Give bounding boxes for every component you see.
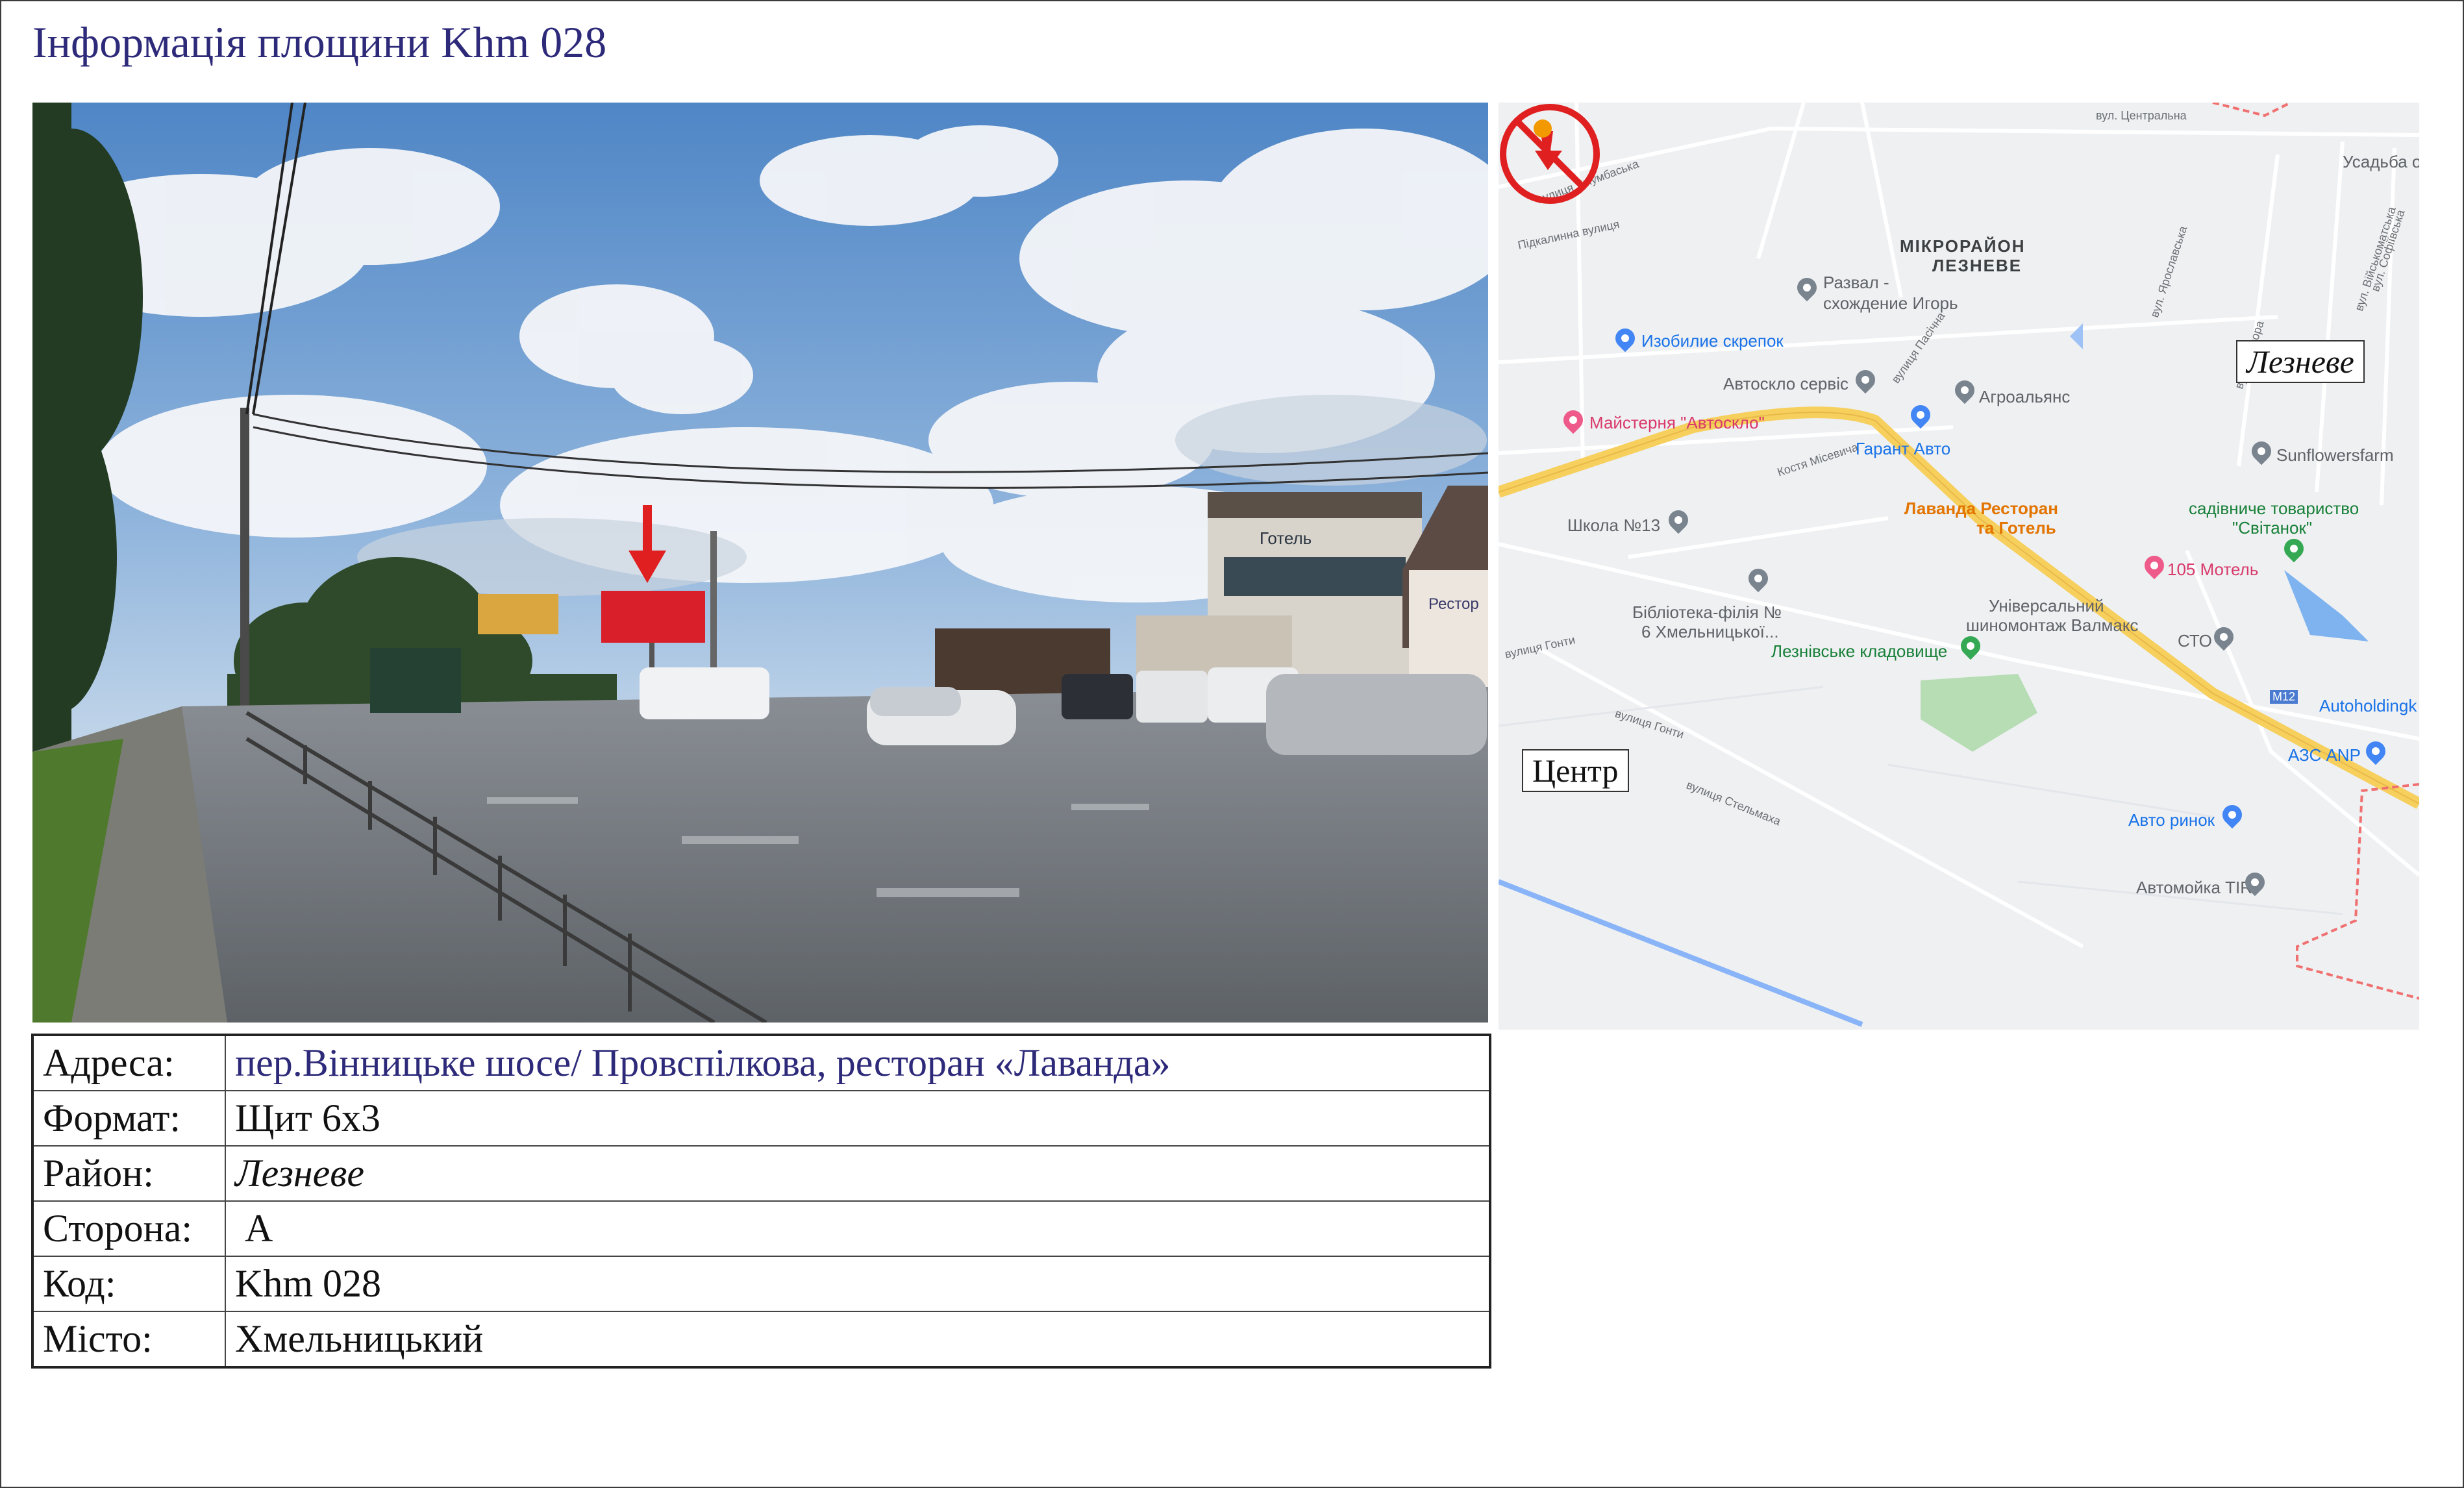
poi-label[interactable]: Autoholdingk xyxy=(2319,696,2417,716)
row-label: Адреса: xyxy=(32,1034,226,1091)
row-label: Формат: xyxy=(32,1090,226,1147)
district-label-1: МІКРОРАЙОН xyxy=(1900,236,2026,256)
table-row: Район: Лезневе xyxy=(32,1145,1491,1202)
table-row: Сторона: А xyxy=(32,1200,1491,1257)
table-row: Адреса: пер.Вінницьке шосе/ Провспілкова… xyxy=(32,1034,1491,1091)
poi-label[interactable]: та Готель xyxy=(1976,518,2056,538)
format-value: Щит 6х3 xyxy=(225,1090,1491,1147)
target-billboard xyxy=(601,591,705,643)
district-label-2: ЛЕЗНЕВЕ xyxy=(1932,256,2022,275)
poi-label[interactable]: АЗС ANP xyxy=(2288,745,2361,765)
poi-label[interactable]: Автоскло сервіс xyxy=(1723,374,1848,394)
poi-label[interactable]: Усадьба о xyxy=(2343,152,2419,172)
poi-label[interactable]: 6 Хмельницької... xyxy=(1641,622,1779,642)
street-photo-illustration: Готель Рестор xyxy=(32,103,1488,1023)
highway-shield: M12 xyxy=(2270,690,2298,704)
poi-label[interactable]: Авто ринок xyxy=(2128,810,2215,830)
row-label: Сторона: xyxy=(32,1200,226,1257)
poi-label[interactable]: Лаванда Ресторан xyxy=(1904,499,2058,519)
poi-label[interactable]: шиномонтаж Валмакс xyxy=(1966,615,2139,636)
poi-label[interactable]: садівниче товариство xyxy=(2189,499,2359,519)
poi-label[interactable]: схождение Игорь xyxy=(1823,293,1958,314)
row-label: Район: xyxy=(32,1145,226,1202)
table-row: Місто: Хмельницький xyxy=(32,1311,1491,1368)
district-value: Лезневе xyxy=(225,1145,1491,1202)
map-label-lezneve: Лезневе xyxy=(2236,340,2365,383)
poi-label[interactable]: Майстерня "Автоскло" xyxy=(1589,413,1765,433)
details-table: Адреса: пер.Вінницьке шосе/ Провспілкова… xyxy=(31,1034,1491,1369)
board-location-marker[interactable] xyxy=(1499,103,1601,205)
page-title: Інформація площини Khm 028 xyxy=(32,18,607,67)
table-row: Формат: Щит 6х3 xyxy=(32,1090,1491,1147)
table-row: Код: Khm 028 xyxy=(32,1256,1491,1312)
code-value: Khm 028 xyxy=(225,1256,1491,1312)
street-label: вул. Центральна xyxy=(2096,109,2187,122)
poi-label[interactable]: Лезнівське кладовище xyxy=(1771,641,1947,662)
poi-label[interactable]: Sunflowersfarm xyxy=(2276,445,2394,465)
poi-label[interactable]: Развал - xyxy=(1823,273,1889,293)
restaurant-sign: Рестор xyxy=(1428,595,1479,613)
map-label-center: Центр xyxy=(1522,749,1629,792)
poi-label[interactable]: Гарант Авто xyxy=(1856,439,1950,459)
page-frame: Інформація площини Khm 028 Готель Рестор… xyxy=(0,0,2464,1488)
hotel-sign: Готель xyxy=(1260,528,1312,548)
row-label: Місто: xyxy=(32,1311,226,1368)
city-value: Хмельницький xyxy=(225,1311,1491,1368)
row-label: Код: xyxy=(32,1256,226,1312)
poi-label[interactable]: Агроальянс xyxy=(1979,387,2070,407)
poi-label[interactable]: Изобилие скрепок xyxy=(1641,331,1784,351)
poi-label[interactable]: СТО xyxy=(2178,631,2212,651)
poi-label[interactable]: "Світанок" xyxy=(2232,518,2312,538)
billboard-photo: Готель Рестор xyxy=(32,103,1488,1023)
poi-label[interactable]: Універсальний xyxy=(1989,596,2104,616)
location-map[interactable]: МІКРОРАЙОН ЛЕЗНЕВЕ вул. Центральна вулиц… xyxy=(1499,103,2419,1030)
poi-label[interactable]: Автомойка TIR xyxy=(2136,878,2252,898)
poi-label[interactable]: Школа №13 xyxy=(1567,515,1660,536)
poi-label[interactable]: 105 Мотель xyxy=(2167,560,2258,580)
poi-label[interactable]: Бібліотека-філія № xyxy=(1632,602,1782,623)
side-value: А xyxy=(225,1200,1491,1257)
address-value: пер.Вінницьке шосе/ Провспілкова, рестор… xyxy=(225,1034,1491,1091)
